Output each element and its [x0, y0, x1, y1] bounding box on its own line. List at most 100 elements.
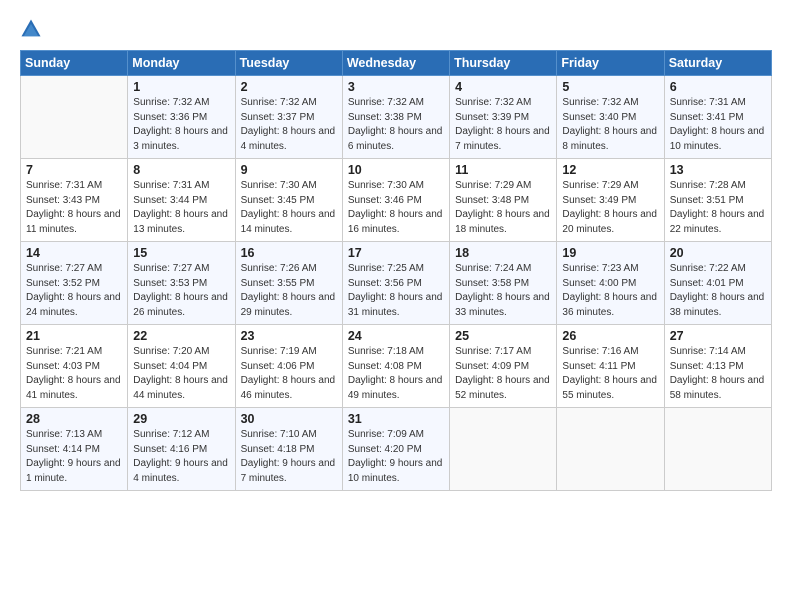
weekday-header-saturday: Saturday	[664, 51, 771, 76]
calendar-cell: 14 Sunrise: 7:27 AMSunset: 3:52 PMDayligh…	[21, 242, 128, 325]
calendar-cell: 30 Sunrise: 7:10 AMSunset: 4:18 PMDayligh…	[235, 408, 342, 491]
day-info: Sunrise: 7:28 AMSunset: 3:51 PMDaylight:…	[670, 179, 766, 237]
calendar-cell: 9 Sunrise: 7:30 AMSunset: 3:45 PMDaylight…	[235, 159, 342, 242]
weekday-header-thursday: Thursday	[450, 51, 557, 76]
day-number: 21	[26, 329, 122, 343]
calendar-cell: 13 Sunrise: 7:28 AMSunset: 3:51 PMDayligh…	[664, 159, 771, 242]
day-info: Sunrise: 7:31 AMSunset: 3:44 PMDaylight:…	[133, 179, 229, 237]
calendar-cell: 12Sunrise: 7:29 AMSunset: 3:49 PMDayligh…	[557, 159, 664, 242]
calendar-cell: 4 Sunrise: 7:32 AMSunset: 3:39 PMDaylight…	[450, 76, 557, 159]
day-info: Sunrise: 7:25 AMSunset: 3:56 PMDaylight:…	[348, 262, 444, 320]
calendar-cell	[450, 408, 557, 491]
day-number: 29	[133, 412, 229, 426]
day-number: 1	[133, 80, 229, 94]
day-info: Sunrise: 7:24 AMSunset: 3:58 PMDaylight:…	[455, 262, 551, 320]
calendar-cell: 31 Sunrise: 7:09 AMSunset: 4:20 PMDayligh…	[342, 408, 449, 491]
day-info: Sunrise: 7:23 AMSunset: 4:00 PMDaylight:…	[562, 262, 658, 320]
logo-icon	[20, 18, 42, 40]
day-info: Sunrise: 7:17 AMSunset: 4:09 PMDaylight:…	[455, 345, 551, 403]
day-number: 4	[455, 80, 551, 94]
day-info: Sunrise: 7:19 AMSunset: 4:06 PMDaylight:…	[241, 345, 337, 403]
calendar-cell: 18Sunrise: 7:24 AMSunset: 3:58 PMDayligh…	[450, 242, 557, 325]
day-number: 11	[455, 163, 551, 177]
day-number: 6	[670, 80, 766, 94]
calendar-cell: 16 Sunrise: 7:26 AMSunset: 3:55 PMDayligh…	[235, 242, 342, 325]
weekday-header-row: SundayMondayTuesdayWednesdayThursdayFrid…	[21, 51, 772, 76]
calendar-cell: 20 Sunrise: 7:22 AMSunset: 4:01 PMDayligh…	[664, 242, 771, 325]
calendar-cell: 10 Sunrise: 7:30 AMSunset: 3:46 PMDayligh…	[342, 159, 449, 242]
day-number: 7	[26, 163, 122, 177]
day-info: Sunrise: 7:21 AMSunset: 4:03 PMDaylight:…	[26, 345, 122, 403]
calendar-header: SundayMondayTuesdayWednesdayThursdayFrid…	[21, 51, 772, 76]
day-info: Sunrise: 7:32 AMSunset: 3:40 PMDaylight:…	[562, 96, 658, 154]
day-info: Sunrise: 7:09 AMSunset: 4:20 PMDaylight:…	[348, 428, 444, 486]
calendar-cell	[557, 408, 664, 491]
calendar-cell: 21 Sunrise: 7:21 AMSunset: 4:03 PMDayligh…	[21, 325, 128, 408]
calendar-cell: 6Sunrise: 7:31 AMSunset: 3:41 PMDaylight…	[664, 76, 771, 159]
calendar-week-2: 14 Sunrise: 7:27 AMSunset: 3:52 PMDayligh…	[21, 242, 772, 325]
header	[20, 18, 772, 40]
day-info: Sunrise: 7:26 AMSunset: 3:55 PMDaylight:…	[241, 262, 337, 320]
calendar-cell: 2Sunrise: 7:32 AMSunset: 3:37 PMDaylight…	[235, 76, 342, 159]
calendar-cell: 15 Sunrise: 7:27 AMSunset: 3:53 PMDayligh…	[128, 242, 235, 325]
calendar-cell: 28Sunrise: 7:13 AMSunset: 4:14 PMDayligh…	[21, 408, 128, 491]
day-number: 16	[241, 246, 337, 260]
calendar-cell: 17 Sunrise: 7:25 AMSunset: 3:56 PMDayligh…	[342, 242, 449, 325]
calendar-cell: 23 Sunrise: 7:19 AMSunset: 4:06 PMDayligh…	[235, 325, 342, 408]
calendar-cell: 27Sunrise: 7:14 AMSunset: 4:13 PMDayligh…	[664, 325, 771, 408]
day-info: Sunrise: 7:20 AMSunset: 4:04 PMDaylight:…	[133, 345, 229, 403]
day-number: 27	[670, 329, 766, 343]
page: SundayMondayTuesdayWednesdayThursdayFrid…	[0, 0, 792, 612]
calendar-cell: 19 Sunrise: 7:23 AMSunset: 4:00 PMDayligh…	[557, 242, 664, 325]
calendar-cell: 24Sunrise: 7:18 AMSunset: 4:08 PMDayligh…	[342, 325, 449, 408]
day-number: 31	[348, 412, 444, 426]
day-info: Sunrise: 7:18 AMSunset: 4:08 PMDaylight:…	[348, 345, 444, 403]
day-info: Sunrise: 7:32 AMSunset: 3:36 PMDaylight:…	[133, 96, 229, 154]
weekday-header-tuesday: Tuesday	[235, 51, 342, 76]
calendar-week-3: 21 Sunrise: 7:21 AMSunset: 4:03 PMDayligh…	[21, 325, 772, 408]
calendar-cell: 7 Sunrise: 7:31 AMSunset: 3:43 PMDaylight…	[21, 159, 128, 242]
calendar-week-0: 1 Sunrise: 7:32 AMSunset: 3:36 PMDaylight…	[21, 76, 772, 159]
day-number: 10	[348, 163, 444, 177]
calendar-cell: 11 Sunrise: 7:29 AMSunset: 3:48 PMDayligh…	[450, 159, 557, 242]
calendar-cell: 29 Sunrise: 7:12 AMSunset: 4:16 PMDayligh…	[128, 408, 235, 491]
calendar-cell: 26 Sunrise: 7:16 AMSunset: 4:11 PMDayligh…	[557, 325, 664, 408]
day-number: 17	[348, 246, 444, 260]
day-info: Sunrise: 7:32 AMSunset: 3:39 PMDaylight:…	[455, 96, 551, 154]
day-number: 30	[241, 412, 337, 426]
calendar-cell: 1 Sunrise: 7:32 AMSunset: 3:36 PMDaylight…	[128, 76, 235, 159]
day-number: 26	[562, 329, 658, 343]
day-number: 2	[241, 80, 337, 94]
day-info: Sunrise: 7:27 AMSunset: 3:53 PMDaylight:…	[133, 262, 229, 320]
day-info: Sunrise: 7:16 AMSunset: 4:11 PMDaylight:…	[562, 345, 658, 403]
calendar-cell: 22 Sunrise: 7:20 AMSunset: 4:04 PMDayligh…	[128, 325, 235, 408]
day-number: 22	[133, 329, 229, 343]
day-info: Sunrise: 7:13 AMSunset: 4:14 PMDaylight:…	[26, 428, 122, 486]
day-number: 9	[241, 163, 337, 177]
day-number: 19	[562, 246, 658, 260]
calendar-week-1: 7 Sunrise: 7:31 AMSunset: 3:43 PMDaylight…	[21, 159, 772, 242]
calendar-cell: 25 Sunrise: 7:17 AMSunset: 4:09 PMDayligh…	[450, 325, 557, 408]
calendar-body: 1 Sunrise: 7:32 AMSunset: 3:36 PMDaylight…	[21, 76, 772, 491]
day-number: 20	[670, 246, 766, 260]
calendar-cell: 3Sunrise: 7:32 AMSunset: 3:38 PMDaylight…	[342, 76, 449, 159]
day-info: Sunrise: 7:27 AMSunset: 3:52 PMDaylight:…	[26, 262, 122, 320]
logo	[20, 18, 46, 40]
day-number: 13	[670, 163, 766, 177]
day-number: 25	[455, 329, 551, 343]
weekday-header-monday: Monday	[128, 51, 235, 76]
day-info: Sunrise: 7:10 AMSunset: 4:18 PMDaylight:…	[241, 428, 337, 486]
day-info: Sunrise: 7:12 AMSunset: 4:16 PMDaylight:…	[133, 428, 229, 486]
day-info: Sunrise: 7:22 AMSunset: 4:01 PMDaylight:…	[670, 262, 766, 320]
day-number: 14	[26, 246, 122, 260]
day-number: 5	[562, 80, 658, 94]
day-info: Sunrise: 7:30 AMSunset: 3:46 PMDaylight:…	[348, 179, 444, 237]
calendar-cell	[21, 76, 128, 159]
day-info: Sunrise: 7:29 AMSunset: 3:48 PMDaylight:…	[455, 179, 551, 237]
weekday-header-wednesday: Wednesday	[342, 51, 449, 76]
calendar-cell	[664, 408, 771, 491]
day-info: Sunrise: 7:31 AMSunset: 3:43 PMDaylight:…	[26, 179, 122, 237]
day-number: 23	[241, 329, 337, 343]
day-info: Sunrise: 7:30 AMSunset: 3:45 PMDaylight:…	[241, 179, 337, 237]
day-number: 15	[133, 246, 229, 260]
